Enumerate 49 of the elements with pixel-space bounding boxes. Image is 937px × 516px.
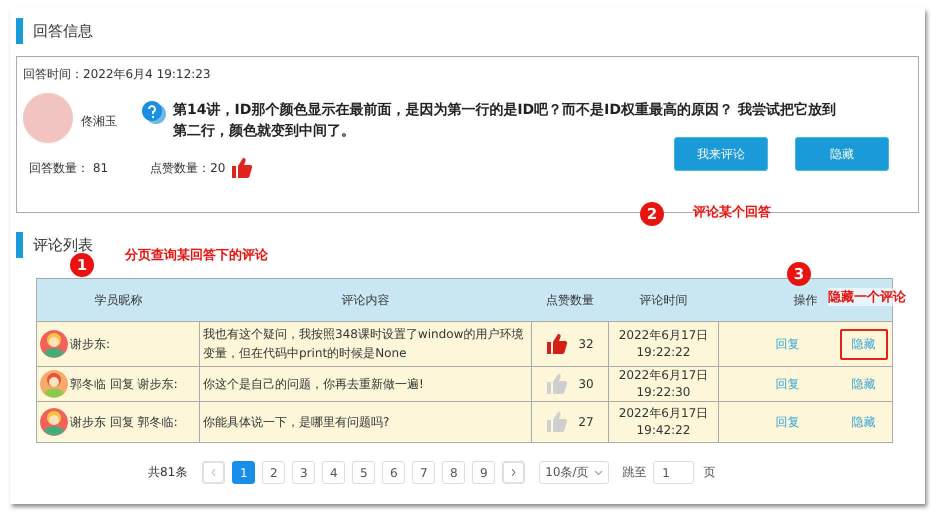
page-unit: 页 [703,464,716,481]
comment-time: 2022年6月17日 19:22:30 [618,367,710,401]
avatar [40,370,68,398]
total-count: 共81条 [148,464,188,481]
column-header: 学员昵称 [36,278,200,322]
annotation-text: 分页查询某回答下的评论 [125,246,268,264]
nickname: 郭冬临 回复 谢步东: [70,376,178,392]
avatar [40,408,68,436]
avatar [23,93,73,143]
annotation-text: 评论某个回答 [693,203,771,221]
prev-page-icon[interactable] [202,461,226,484]
page-button[interactable]: 7 [412,461,436,484]
section-marker [16,232,23,258]
comment-text: 你这个是自己的问题，你再去重新做一遍! [203,376,425,392]
page-button[interactable]: 9 [472,461,496,484]
author-name: 佟湘玉 [81,113,118,130]
jump-label: 跳至 [622,464,646,481]
page-input[interactable]: 1 [653,461,694,484]
column-header: 评论内容 [200,278,532,322]
like-count: 27 [578,415,594,429]
section-title: 回答信息 [33,22,93,40]
next-page-icon[interactable] [502,461,526,484]
annotation-text: 隐藏一个评论 [828,288,906,306]
page-size-select[interactable]: 10条/页 [539,461,610,484]
like-count: 点赞数量：20 [150,160,226,176]
like-count: 30 [578,377,594,391]
page-button[interactable]: 8 [442,461,466,484]
page-button[interactable]: 6 [382,461,406,484]
page-button[interactable]: 3 [292,461,316,484]
answer-time: 回答时间：2022年6月4 19:12:23 [23,66,212,83]
chevron-down-icon [594,470,604,476]
thumbs-up-icon [231,157,254,179]
nickname: 谢步东: [70,336,110,352]
column-header: 评论时间 [608,278,718,322]
nickname: 谢步东 回复 郭冬临: [70,414,178,430]
section-title: 评论列表 [33,236,93,254]
page-button[interactable]: 4 [322,461,346,484]
page-button[interactable]: 2 [262,461,286,484]
question-icon [141,101,167,125]
section-marker [16,18,23,44]
page-button[interactable]: 5 [352,461,376,484]
column-header: 点赞数量 [532,278,608,322]
comment-text: 我也有这个疑问，我按照348课时设置了window的用户环境变量，但在代码中print的时候是None [203,326,524,362]
like-count: 32 [578,337,594,351]
comment-time: 2022年6月17日 19:22:22 [618,327,710,361]
comment-time: 2022年6月17日 19:42:22 [618,405,710,439]
answer-count: 回答数量： 81 [29,160,108,176]
avatar [40,330,68,358]
comment-text: 你能具体说一下，是哪里有问题吗? [203,414,390,430]
